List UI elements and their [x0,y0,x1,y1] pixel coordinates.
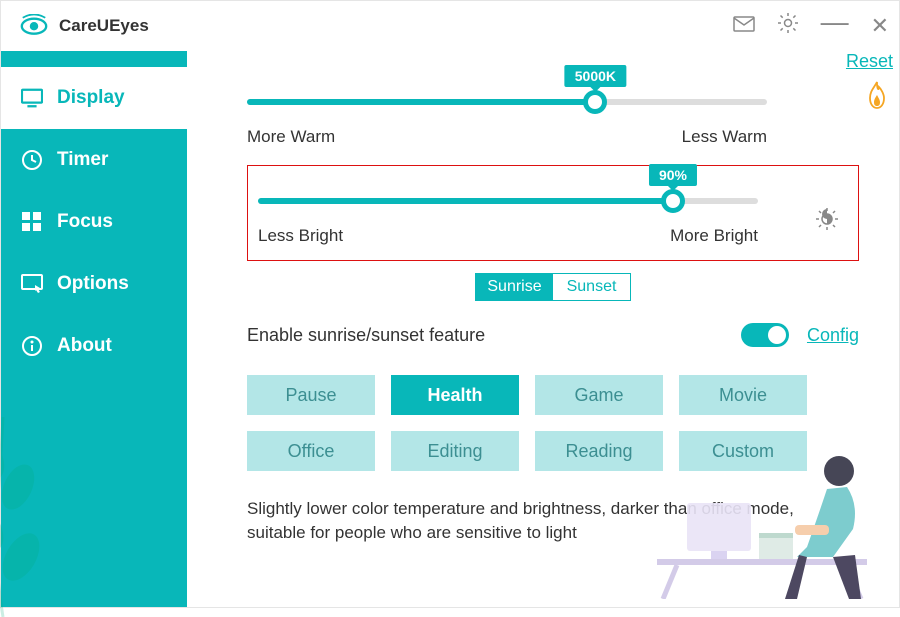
mode-button-health[interactable]: Health [391,375,519,415]
logo-eye-icon [19,14,49,38]
segment-sunrise[interactable]: Sunrise [476,274,553,300]
sidebar-item-display[interactable]: Display [1,67,187,129]
info-icon [21,335,43,357]
app-title: CareUEyes [59,16,149,36]
segment-sunset[interactable]: Sunset [553,274,630,300]
mode-button-game[interactable]: Game [535,375,663,415]
enable-toggle[interactable] [741,323,789,347]
more-warm-label: More Warm [247,127,335,147]
color-temp-labels: More Warm Less Warm [247,127,767,147]
minimize-button[interactable]: — [821,6,849,38]
display-icon [21,87,43,109]
brightness-slider[interactable]: 90% [258,198,840,204]
sunrise-sunset-segmented[interactable]: Sunrise Sunset [475,273,631,301]
brightness-labels: Less Bright More Bright [258,226,758,246]
mode-button-editing[interactable]: Editing [391,431,519,471]
brightness-tooltip: 90% [649,164,697,186]
reset-link[interactable]: Reset [846,51,893,72]
monitor-cursor-icon [21,273,43,295]
sidebar-item-about[interactable]: About [1,315,187,377]
grid-icon [21,211,43,233]
sidebar: Display Timer Focus Options About [1,51,187,607]
sidebar-item-label: Options [57,273,129,295]
mail-icon[interactable] [733,14,755,38]
enable-label: Enable sunrise/sunset feature [247,325,485,346]
sidebar-item-label: About [57,335,112,357]
more-bright-label: More Bright [670,226,758,246]
brightness-icon [816,208,838,230]
flame-icon [865,81,889,109]
sidebar-item-label: Display [57,87,125,109]
close-button[interactable]: ✕ [871,13,889,39]
main-panel: Reset 5000K More Warm Less Warm 90% [187,51,899,607]
gear-icon[interactable] [777,12,799,40]
mode-description: Slightly lower color temperature and bri… [247,497,807,545]
brightness-group: 90% Less Bright More Bright [247,165,859,261]
mode-button-office[interactable]: Office [247,431,375,471]
sidebar-item-options[interactable]: Options [1,253,187,315]
sidebar-item-focus[interactable]: Focus [1,191,187,253]
sidebar-item-timer[interactable]: Timer [1,129,187,191]
mode-grid: Pause Health Game Movie Office Editing Reading… [247,375,859,471]
sidebar-item-label: Focus [57,211,113,233]
window-controls: — ✕ [733,10,889,42]
sidebar-item-label: Timer [57,149,108,171]
less-warm-label: Less Warm [682,127,767,147]
decorative-leaves [0,397,43,617]
config-link[interactable]: Config [807,325,859,346]
brightness-thumb[interactable] [661,189,685,213]
color-temp-tooltip: 5000K [565,65,626,87]
mode-button-pause[interactable]: Pause [247,375,375,415]
color-temp-thumb[interactable] [583,90,607,114]
mode-button-movie[interactable]: Movie [679,375,807,415]
mode-button-custom[interactable]: Custom [679,431,807,471]
titlebar: CareUEyes — ✕ [1,1,899,51]
mode-button-reading[interactable]: Reading [535,431,663,471]
enable-row: Enable sunrise/sunset feature Config [247,323,859,347]
less-bright-label: Less Bright [258,226,343,246]
color-temp-slider[interactable]: 5000K [247,99,859,105]
clock-icon [21,149,43,171]
